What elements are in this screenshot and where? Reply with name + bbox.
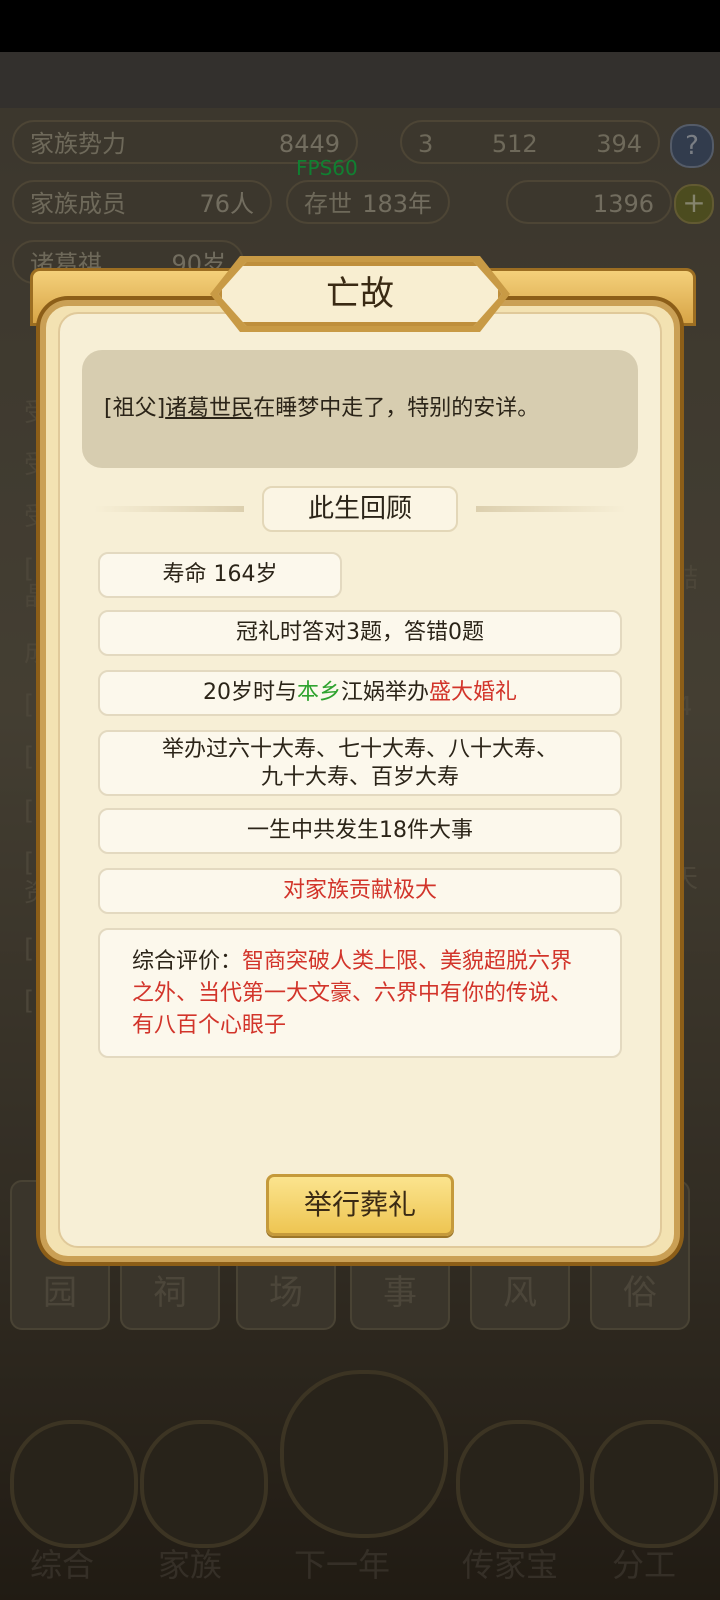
marriage-text: 江娲举办 (340, 680, 429, 705)
birthdays-line-2: 九十大寿、百岁大寿 (260, 765, 459, 790)
section-divider-left (94, 506, 244, 512)
evaluation-label: 综合评价： (132, 949, 243, 974)
marriage-place: 本乡 (296, 680, 341, 705)
marriage-row: 20岁时与本乡江娲举办盛大婚礼 (98, 670, 622, 716)
marriage-text: 20岁时与 (202, 680, 297, 705)
evaluation-row: 综合评价：智商突破人类上限、美貌超脱六界之外、当代第一大文豪、六界中有你的传说、… (98, 928, 622, 1058)
marriage-event: 盛大婚礼 (429, 680, 518, 705)
section-title: 此生回顾 (262, 486, 458, 532)
deceased-name-link[interactable]: 诸葛世民 (165, 396, 253, 421)
hold-funeral-button[interactable]: 举行葬礼 (266, 1174, 454, 1236)
status-bar (0, 0, 720, 52)
events-row: 一生中共发生18件大事 (98, 808, 622, 854)
contribution-row: 对家族贡献极大 (98, 868, 622, 914)
section-divider-right (476, 506, 626, 512)
lifespan-row: 寿命 164岁 (98, 552, 342, 598)
relation-tag: [祖父] (104, 396, 166, 421)
death-message: [祖父]诸葛世民在睡梦中走了，特别的安详。 (82, 350, 638, 468)
birthdays-line-1: 举办过六十大寿、七十大寿、八十大寿、 (161, 737, 558, 762)
death-message-text: 在睡梦中走了，特别的安详。 (253, 396, 540, 421)
dialog-title: 亡故 (218, 262, 502, 326)
birthdays-row: 举办过六十大寿、七十大寿、八十大寿、 九十大寿、百岁大寿 (98, 730, 622, 796)
coming-of-age-row: 冠礼时答对3题，答错0题 (98, 610, 622, 656)
